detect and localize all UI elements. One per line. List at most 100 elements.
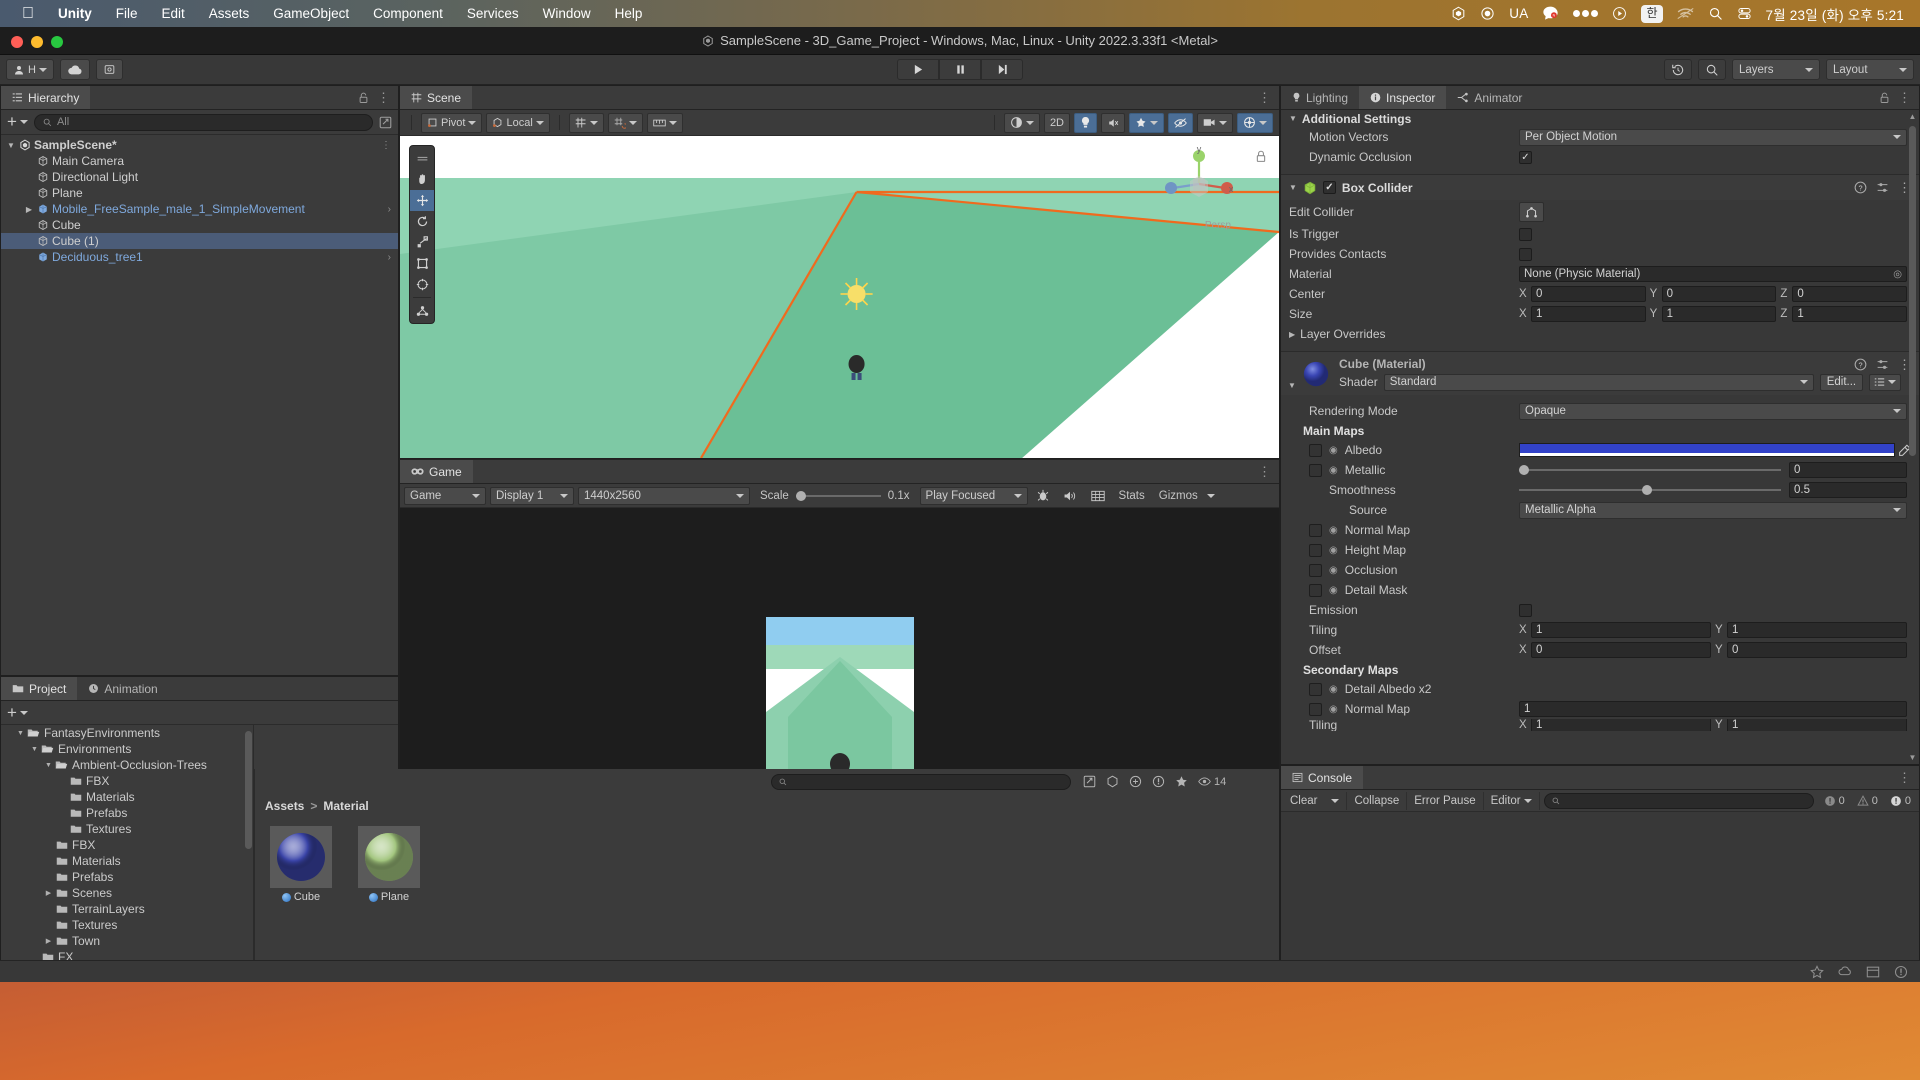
offset-y-input[interactable]: 0 (1727, 642, 1907, 658)
game-stats-grid-icon[interactable] (1086, 490, 1110, 502)
console-menu-icon[interactable]: ⋮ (1898, 771, 1911, 784)
scene-view-gizmo[interactable]: y x (1161, 146, 1237, 222)
open-prefab-icon[interactable]: › (388, 252, 391, 263)
detail-mask-texture-slot[interactable] (1309, 583, 1322, 597)
scale-tool-icon[interactable] (410, 232, 434, 253)
project-tree-item[interactable]: ▶ Town (1, 933, 253, 949)
object-picker-icon[interactable]: ◎ (1893, 269, 1902, 280)
breadcrumb-material[interactable]: Material (323, 799, 368, 813)
project-tree-item[interactable]: FBX (1, 773, 253, 789)
expand-arrow-icon[interactable]: ▼ (15, 730, 26, 737)
is-trigger-checkbox[interactable] (1519, 227, 1532, 241)
menubar-clock[interactable]: 7월 23일 (화) 오후 5:21 (1766, 4, 1905, 24)
layout-dropdown[interactable]: Layout (1826, 59, 1914, 80)
rotate-tool-icon[interactable] (410, 211, 434, 232)
preset-icon[interactable] (1876, 358, 1889, 371)
hierarchy-item[interactable]: ▼ SampleScene* ⋮ (1, 137, 398, 153)
status-notification-icon[interactable] (1894, 965, 1908, 979)
tab-project[interactable]: Project (1, 677, 78, 700)
apple-logo-icon[interactable]:  (10, 0, 46, 27)
ime-badge[interactable]: 한 (1641, 4, 1663, 23)
scene-visibility-toggle[interactable] (1168, 112, 1193, 133)
control-center-icon[interactable] (1737, 6, 1752, 21)
asset-item[interactable]: Plane (353, 826, 425, 903)
inspector-menu-icon[interactable]: ⋮ (1898, 91, 1911, 104)
rect-tool-icon[interactable] (410, 253, 434, 274)
project-favorites-icon[interactable] (1175, 775, 1188, 788)
cloud-button[interactable] (59, 59, 90, 80)
grid-snap-button[interactable] (568, 112, 604, 133)
asset-grid[interactable]: Cube Plane (255, 818, 1279, 982)
scroll-up-arrow-icon[interactable]: ▲ (1909, 112, 1917, 121)
status-collab-icon[interactable] (1838, 965, 1852, 979)
scene-audio-toggle[interactable] (1101, 112, 1125, 133)
secondary-tiling-x-input[interactable]: 1 (1531, 719, 1711, 731)
settings-button[interactable] (95, 59, 123, 80)
breadcrumb-assets[interactable]: Assets (265, 799, 304, 813)
2d-toggle[interactable]: 2D (1043, 112, 1070, 133)
local-toggle[interactable]: Local (486, 112, 550, 133)
project-filter-icon[interactable] (1083, 775, 1096, 788)
expand-arrow-icon[interactable]: ▼ (29, 746, 40, 753)
status-bakery-icon[interactable] (1810, 964, 1824, 979)
secondary-tiling-y-input[interactable]: 1 (1727, 719, 1907, 731)
game-gizmos-button[interactable]: Gizmos (1154, 490, 1203, 502)
inspector-scrollbar[interactable]: ▲ ▼ (1907, 110, 1918, 764)
game-target-dropdown[interactable]: Game (404, 486, 486, 505)
dots-icon[interactable] (1573, 10, 1599, 17)
height-map-texture-slot[interactable] (1309, 543, 1322, 557)
scene-viewport[interactable]: y x Persp (400, 136, 1279, 458)
project-tree-item[interactable]: Prefabs (1, 869, 253, 885)
scene-lighting-toggle[interactable] (1074, 112, 1097, 133)
project-type-filter-icon[interactable] (1152, 775, 1165, 788)
detail-albedo-texture-slot[interactable] (1309, 682, 1322, 696)
account-button[interactable]: H (6, 59, 54, 80)
hierarchy-item[interactable]: Deciduous_tree1 › (1, 249, 398, 265)
frame-debugger-icon[interactable] (1032, 489, 1054, 502)
preset-icon[interactable] (1876, 181, 1889, 194)
menu-services[interactable]: Services (455, 0, 531, 27)
tab-hierarchy[interactable]: Hierarchy (1, 86, 91, 109)
box-collider-enabled-checkbox[interactable]: ✓ (1322, 181, 1336, 194)
project-tree-item[interactable]: FBX (1, 837, 253, 853)
hierarchy-list[interactable]: ▼ SampleScene* ⋮ Main Camera Directional Lig… (1, 135, 398, 675)
menu-file[interactable]: File (104, 0, 150, 27)
console-log-area[interactable] (1281, 812, 1919, 981)
scrollbar-thumb[interactable] (1909, 126, 1916, 456)
wifi-icon[interactable] (1676, 7, 1694, 20)
project-folder-tree[interactable]: ▼ FantasyEnvironments ▼ Environments ▼ Ambien… (1, 725, 254, 981)
minimize-button[interactable] (31, 36, 43, 48)
material-header[interactable]: ▼ Cube (Material) Shader Standard Edit..… (1281, 351, 1919, 395)
game-resolution-dropdown[interactable]: 1440x2560 (578, 486, 750, 505)
project-tree-item[interactable]: Materials (1, 789, 253, 805)
scene-tools-strip[interactable] (409, 145, 435, 324)
edit-collider-button[interactable] (1519, 202, 1544, 222)
console-clear-button[interactable]: Clear (1283, 792, 1324, 810)
tab-scene[interactable]: Scene (400, 86, 473, 109)
tab-game[interactable]: Game (400, 460, 473, 483)
game-menu-icon[interactable]: ⋮ (1258, 465, 1271, 478)
project-tree-item[interactable]: ▼ Ambient-Occlusion-Trees (1, 757, 253, 773)
collider-material-field[interactable]: None (Physic Material) ◎ (1519, 266, 1907, 282)
menu-component[interactable]: Component (361, 0, 455, 27)
console-collapse-button[interactable]: Collapse (1347, 791, 1408, 810)
project-tree-item[interactable]: ▶ Scenes (1, 885, 253, 901)
help-icon[interactable]: ? (1854, 181, 1867, 194)
tab-console[interactable]: Console (1281, 766, 1364, 789)
rendering-mode-dropdown[interactable]: Opaque (1519, 402, 1907, 420)
project-tree-item[interactable]: ▼ Environments (1, 741, 253, 757)
tab-animation[interactable]: Animation (77, 677, 168, 700)
project-label-filter-icon[interactable] (1129, 775, 1142, 788)
open-prefab-icon[interactable]: › (388, 204, 391, 215)
normal-map-texture-slot[interactable] (1309, 523, 1322, 537)
hierarchy-expand-icon[interactable] (379, 116, 392, 129)
game-stats-button[interactable]: Stats (1114, 490, 1150, 502)
hierarchy-item[interactable]: Main Camera (1, 153, 398, 169)
size-y-input[interactable]: 1 (1661, 306, 1777, 322)
project-tree-item[interactable]: Textures (1, 917, 253, 933)
project-tree-item[interactable]: Materials (1, 853, 253, 869)
menu-gameobject[interactable]: GameObject (261, 0, 361, 27)
status-accessibility-icon[interactable] (1866, 965, 1880, 979)
play-button[interactable] (897, 59, 939, 80)
console-error-pause-button[interactable]: Error Pause (1407, 791, 1484, 810)
